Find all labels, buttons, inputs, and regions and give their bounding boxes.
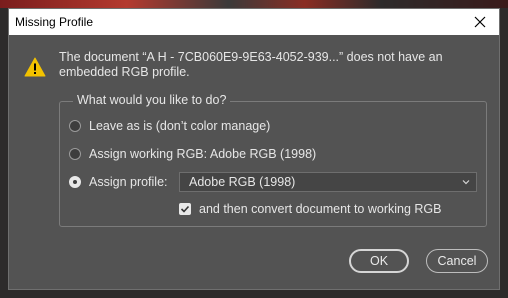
- ok-button[interactable]: OK: [349, 249, 409, 273]
- radio-assign-profile[interactable]: Assign profile:: [69, 175, 168, 189]
- radio-button[interactable]: [69, 120, 81, 132]
- radio-label: Leave as is (don’t color manage): [89, 119, 271, 133]
- message-line-2: embedded RGB profile.: [59, 65, 190, 79]
- close-icon: [474, 16, 486, 28]
- radio-assign-working-rgb[interactable]: Assign working RGB: Adobe RGB (1998): [69, 147, 316, 161]
- options-group-title: What would you like to do?: [73, 93, 231, 107]
- convert-checkbox-label: and then convert document to working RGB: [199, 202, 442, 216]
- missing-profile-dialog: Missing Profile The document “A H - 7CB0…: [8, 8, 500, 290]
- background-app-strip: [0, 0, 508, 8]
- chevron-down-icon: [462, 180, 470, 185]
- profile-select-value: Adobe RGB (1998): [189, 175, 296, 189]
- radio-button[interactable]: [69, 148, 81, 160]
- warning-icon: [24, 57, 46, 77]
- convert-checkbox[interactable]: [179, 203, 191, 215]
- convert-checkbox-row[interactable]: and then convert document to working RGB: [179, 202, 442, 216]
- profile-select[interactable]: Adobe RGB (1998): [179, 172, 477, 192]
- message-line-1: The document “A H - 7CB060E9-9E63-4052-9…: [59, 50, 443, 64]
- dialog-message: The document “A H - 7CB060E9-9E63-4052-9…: [59, 50, 479, 80]
- dialog-titlebar: Missing Profile: [9, 9, 499, 35]
- radio-label: Assign working RGB: Adobe RGB (1998): [89, 147, 317, 161]
- close-button[interactable]: [469, 11, 491, 33]
- radio-button-selected[interactable]: [69, 176, 81, 188]
- radio-leave-as-is[interactable]: Leave as is (don’t color manage): [69, 119, 270, 133]
- cancel-button[interactable]: Cancel: [426, 249, 488, 273]
- checkmark-icon: [180, 205, 190, 213]
- radio-label: Assign profile:: [89, 175, 168, 189]
- dialog-title: Missing Profile: [15, 15, 94, 29]
